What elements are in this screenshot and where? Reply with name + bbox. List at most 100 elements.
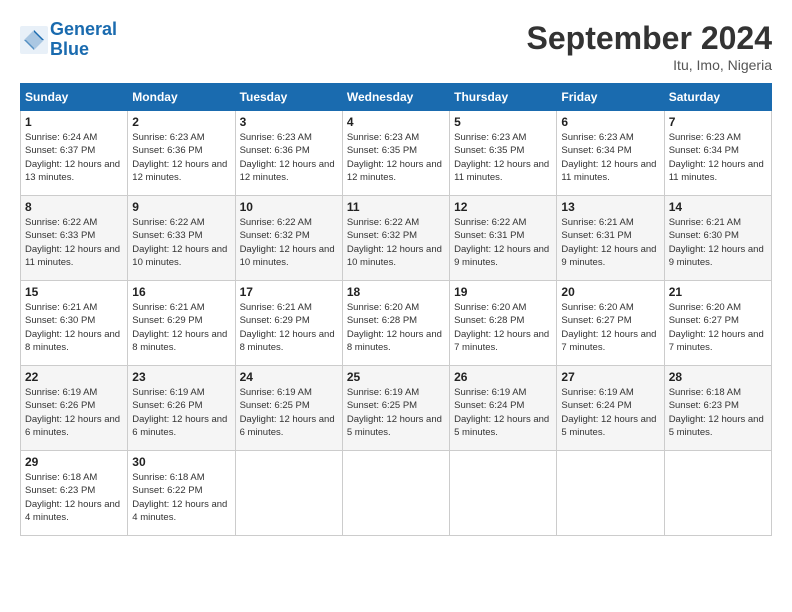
day-number: 28 [669,370,767,384]
calendar-cell: 25 Sunrise: 6:19 AM Sunset: 6:25 PM Dayl… [342,366,449,451]
header-wednesday: Wednesday [342,84,449,111]
day-info: Sunrise: 6:23 AM Sunset: 6:36 PM Dayligh… [132,131,230,184]
day-info: Sunrise: 6:23 AM Sunset: 6:35 PM Dayligh… [454,131,552,184]
header-sunday: Sunday [21,84,128,111]
calendar-cell: 9 Sunrise: 6:22 AM Sunset: 6:33 PM Dayli… [128,196,235,281]
day-number: 7 [669,115,767,129]
day-number: 3 [240,115,338,129]
calendar-cell: 23 Sunrise: 6:19 AM Sunset: 6:26 PM Dayl… [128,366,235,451]
calendar-cell: 16 Sunrise: 6:21 AM Sunset: 6:29 PM Dayl… [128,281,235,366]
day-number: 27 [561,370,659,384]
calendar-cell: 26 Sunrise: 6:19 AM Sunset: 6:24 PM Dayl… [450,366,557,451]
calendar-cell: 27 Sunrise: 6:19 AM Sunset: 6:24 PM Dayl… [557,366,664,451]
calendar-cell: 22 Sunrise: 6:19 AM Sunset: 6:26 PM Dayl… [21,366,128,451]
day-info: Sunrise: 6:22 AM Sunset: 6:31 PM Dayligh… [454,216,552,269]
calendar-table: Sunday Monday Tuesday Wednesday Thursday… [20,83,772,536]
day-number: 12 [454,200,552,214]
day-number: 13 [561,200,659,214]
logo: General Blue [20,20,117,60]
calendar-header-row: Sunday Monday Tuesday Wednesday Thursday… [21,84,772,111]
calendar-week-row: 22 Sunrise: 6:19 AM Sunset: 6:26 PM Dayl… [21,366,772,451]
day-number: 6 [561,115,659,129]
calendar-cell: 1 Sunrise: 6:24 AM Sunset: 6:37 PM Dayli… [21,111,128,196]
day-info: Sunrise: 6:20 AM Sunset: 6:27 PM Dayligh… [669,301,767,354]
day-number: 21 [669,285,767,299]
calendar-cell [235,451,342,536]
day-info: Sunrise: 6:22 AM Sunset: 6:33 PM Dayligh… [132,216,230,269]
day-info: Sunrise: 6:18 AM Sunset: 6:22 PM Dayligh… [132,471,230,524]
day-info: Sunrise: 6:23 AM Sunset: 6:35 PM Dayligh… [347,131,445,184]
calendar-cell: 4 Sunrise: 6:23 AM Sunset: 6:35 PM Dayli… [342,111,449,196]
day-info: Sunrise: 6:21 AM Sunset: 6:29 PM Dayligh… [132,301,230,354]
day-info: Sunrise: 6:19 AM Sunset: 6:25 PM Dayligh… [240,386,338,439]
day-number: 14 [669,200,767,214]
day-number: 20 [561,285,659,299]
calendar-cell [557,451,664,536]
calendar-cell [664,451,771,536]
calendar-week-row: 29 Sunrise: 6:18 AM Sunset: 6:23 PM Dayl… [21,451,772,536]
calendar-cell: 2 Sunrise: 6:23 AM Sunset: 6:36 PM Dayli… [128,111,235,196]
calendar-cell: 14 Sunrise: 6:21 AM Sunset: 6:30 PM Dayl… [664,196,771,281]
calendar-cell: 29 Sunrise: 6:18 AM Sunset: 6:23 PM Dayl… [21,451,128,536]
day-number: 9 [132,200,230,214]
day-info: Sunrise: 6:23 AM Sunset: 6:34 PM Dayligh… [669,131,767,184]
calendar-week-row: 1 Sunrise: 6:24 AM Sunset: 6:37 PM Dayli… [21,111,772,196]
header-tuesday: Tuesday [235,84,342,111]
logo-text: General Blue [50,20,117,60]
day-info: Sunrise: 6:22 AM Sunset: 6:33 PM Dayligh… [25,216,123,269]
day-info: Sunrise: 6:21 AM Sunset: 6:30 PM Dayligh… [669,216,767,269]
day-number: 16 [132,285,230,299]
day-info: Sunrise: 6:22 AM Sunset: 6:32 PM Dayligh… [347,216,445,269]
calendar-cell: 13 Sunrise: 6:21 AM Sunset: 6:31 PM Dayl… [557,196,664,281]
calendar-cell: 10 Sunrise: 6:22 AM Sunset: 6:32 PM Dayl… [235,196,342,281]
day-number: 2 [132,115,230,129]
day-number: 1 [25,115,123,129]
day-number: 22 [25,370,123,384]
calendar-cell: 17 Sunrise: 6:21 AM Sunset: 6:29 PM Dayl… [235,281,342,366]
calendar-cell: 7 Sunrise: 6:23 AM Sunset: 6:34 PM Dayli… [664,111,771,196]
calendar-cell: 8 Sunrise: 6:22 AM Sunset: 6:33 PM Dayli… [21,196,128,281]
calendar-cell: 28 Sunrise: 6:18 AM Sunset: 6:23 PM Dayl… [664,366,771,451]
day-info: Sunrise: 6:21 AM Sunset: 6:31 PM Dayligh… [561,216,659,269]
day-info: Sunrise: 6:22 AM Sunset: 6:32 PM Dayligh… [240,216,338,269]
month-title: September 2024 [527,20,772,57]
day-info: Sunrise: 6:19 AM Sunset: 6:25 PM Dayligh… [347,386,445,439]
day-number: 23 [132,370,230,384]
header-saturday: Saturday [664,84,771,111]
day-number: 24 [240,370,338,384]
day-info: Sunrise: 6:20 AM Sunset: 6:28 PM Dayligh… [347,301,445,354]
day-info: Sunrise: 6:20 AM Sunset: 6:28 PM Dayligh… [454,301,552,354]
day-number: 15 [25,285,123,299]
header-monday: Monday [128,84,235,111]
day-number: 30 [132,455,230,469]
title-area: September 2024 Itu, Imo, Nigeria [527,20,772,73]
day-info: Sunrise: 6:19 AM Sunset: 6:24 PM Dayligh… [454,386,552,439]
day-info: Sunrise: 6:18 AM Sunset: 6:23 PM Dayligh… [669,386,767,439]
day-info: Sunrise: 6:19 AM Sunset: 6:24 PM Dayligh… [561,386,659,439]
page-header: General Blue September 2024 Itu, Imo, Ni… [20,20,772,73]
day-info: Sunrise: 6:21 AM Sunset: 6:29 PM Dayligh… [240,301,338,354]
day-number: 11 [347,200,445,214]
day-number: 17 [240,285,338,299]
header-friday: Friday [557,84,664,111]
calendar-cell: 5 Sunrise: 6:23 AM Sunset: 6:35 PM Dayli… [450,111,557,196]
day-number: 29 [25,455,123,469]
day-info: Sunrise: 6:23 AM Sunset: 6:34 PM Dayligh… [561,131,659,184]
calendar-cell: 11 Sunrise: 6:22 AM Sunset: 6:32 PM Dayl… [342,196,449,281]
calendar-week-row: 8 Sunrise: 6:22 AM Sunset: 6:33 PM Dayli… [21,196,772,281]
calendar-cell: 30 Sunrise: 6:18 AM Sunset: 6:22 PM Dayl… [128,451,235,536]
day-number: 26 [454,370,552,384]
day-info: Sunrise: 6:21 AM Sunset: 6:30 PM Dayligh… [25,301,123,354]
day-info: Sunrise: 6:19 AM Sunset: 6:26 PM Dayligh… [25,386,123,439]
logo-icon [20,26,48,54]
calendar-cell [342,451,449,536]
day-info: Sunrise: 6:19 AM Sunset: 6:26 PM Dayligh… [132,386,230,439]
calendar-cell: 18 Sunrise: 6:20 AM Sunset: 6:28 PM Dayl… [342,281,449,366]
day-info: Sunrise: 6:23 AM Sunset: 6:36 PM Dayligh… [240,131,338,184]
day-number: 18 [347,285,445,299]
calendar-week-row: 15 Sunrise: 6:21 AM Sunset: 6:30 PM Dayl… [21,281,772,366]
day-number: 5 [454,115,552,129]
calendar-cell: 20 Sunrise: 6:20 AM Sunset: 6:27 PM Dayl… [557,281,664,366]
calendar-cell: 24 Sunrise: 6:19 AM Sunset: 6:25 PM Dayl… [235,366,342,451]
day-number: 19 [454,285,552,299]
